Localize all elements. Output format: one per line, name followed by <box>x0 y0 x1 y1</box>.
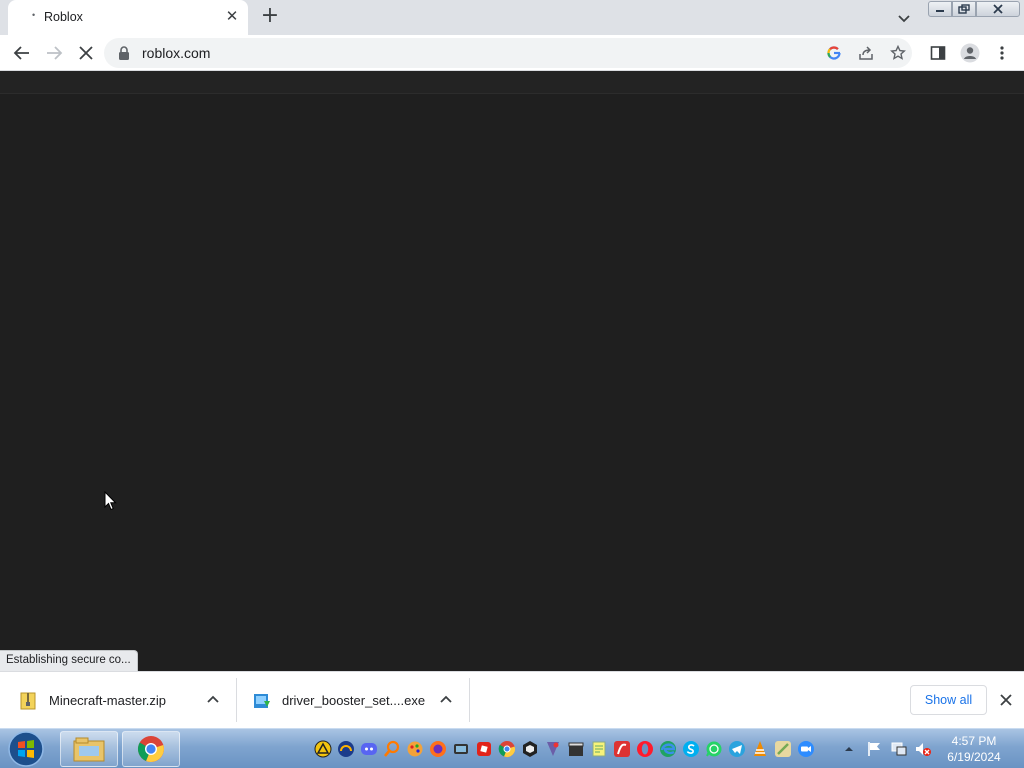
roblox-player-icon[interactable] <box>475 740 493 758</box>
back-arrow-icon[interactable] <box>10 41 34 65</box>
zip-file-icon <box>20 692 36 710</box>
show-all-button[interactable]: Show all <box>910 685 987 715</box>
clapper-app-icon[interactable] <box>567 740 585 758</box>
clock-time: 4:57 PM <box>951 734 997 748</box>
tab-strip: • Roblox ✕ + <box>0 0 1024 35</box>
windows-taskbar: 4:57 PM 6/19/2024 <box>0 728 1024 768</box>
start-button[interactable] <box>6 730 46 768</box>
download-separator <box>236 678 237 722</box>
bookmark-star-icon[interactable] <box>886 41 910 65</box>
tab-roblox[interactable]: • Roblox ✕ <box>8 0 248 35</box>
mouse-cursor-icon <box>104 490 118 514</box>
show-hidden-icons-icon[interactable] <box>842 740 856 758</box>
notes-app-icon[interactable] <box>590 740 608 758</box>
chrome-taskbar-button[interactable] <box>122 731 180 767</box>
close-window-button[interactable] <box>976 1 1020 17</box>
network-icon[interactable] <box>890 740 908 758</box>
chevron-up-icon[interactable] <box>437 691 455 709</box>
warning-app-icon[interactable] <box>314 740 332 758</box>
status-bubble: Establishing secure co... <box>0 650 138 671</box>
share-icon[interactable] <box>854 41 878 65</box>
lock-icon[interactable] <box>118 46 130 63</box>
browser-toolbar: roblox.com <box>0 35 1024 71</box>
file-explorer-taskbar-button[interactable] <box>60 731 118 767</box>
tab-search-icon[interactable] <box>894 8 914 28</box>
minimize-button[interactable] <box>928 1 952 17</box>
google-lens-icon[interactable] <box>822 41 846 65</box>
edge-icon[interactable] <box>659 740 677 758</box>
url-text: roblox.com <box>142 45 211 61</box>
page-top-bar <box>0 71 1024 94</box>
opera-icon[interactable] <box>636 740 654 758</box>
installer-file-icon <box>253 692 271 710</box>
tab-close-icon[interactable]: ✕ <box>222 7 242 27</box>
discord-icon[interactable] <box>360 740 378 758</box>
close-shelf-icon[interactable] <box>996 690 1016 710</box>
paint-app-icon[interactable] <box>406 740 424 758</box>
profile-avatar-icon[interactable] <box>958 41 982 65</box>
skype-icon[interactable] <box>682 740 700 758</box>
search-app-icon[interactable] <box>383 740 401 758</box>
sketch-app-icon[interactable] <box>774 740 792 758</box>
stop-loading-icon[interactable] <box>74 41 98 65</box>
unity-app-icon[interactable] <box>521 740 539 758</box>
vlc-icon[interactable] <box>751 740 769 758</box>
volume-muted-icon[interactable] <box>914 740 932 758</box>
window-controls <box>928 1 1020 17</box>
menu-kebab-icon[interactable] <box>990 41 1014 65</box>
page-content: Establishing secure co... <box>0 71 1024 671</box>
download-item[interactable]: driver_booster_set....exe <box>253 672 463 729</box>
chevron-up-icon[interactable] <box>204 691 222 709</box>
tab-title: Roblox <box>44 10 83 24</box>
chrome-tray-icon[interactable] <box>498 740 516 758</box>
whatsapp-icon[interactable] <box>705 740 723 758</box>
action-center-flag-icon[interactable] <box>866 740 884 758</box>
forward-arrow-icon[interactable] <box>42 41 66 65</box>
address-bar[interactable]: roblox.com <box>104 38 912 68</box>
loading-dot-icon: • <box>32 10 36 20</box>
telegram-icon[interactable] <box>728 740 746 758</box>
side-panel-icon[interactable] <box>926 41 950 65</box>
flash-app-icon[interactable] <box>613 740 631 758</box>
taskbar-clock[interactable]: 4:57 PM 6/19/2024 <box>938 733 1010 765</box>
clock-date: 6/19/2024 <box>947 750 1001 764</box>
download-shelf: Minecraft-master.zip driver_booster_set.… <box>0 671 1024 728</box>
restore-button[interactable] <box>952 1 976 17</box>
download-filename: driver_booster_set....exe <box>282 693 426 708</box>
download-separator <box>469 678 470 722</box>
inkscape-app-icon[interactable] <box>544 740 562 758</box>
download-filename: Minecraft-master.zip <box>49 693 167 708</box>
zoom-icon[interactable] <box>797 740 815 758</box>
game-app-icon[interactable] <box>452 740 470 758</box>
firefox-icon[interactable] <box>429 740 447 758</box>
download-item[interactable]: Minecraft-master.zip <box>20 672 230 729</box>
new-tab-button[interactable]: + <box>258 5 282 29</box>
headset-app-icon[interactable] <box>337 740 355 758</box>
